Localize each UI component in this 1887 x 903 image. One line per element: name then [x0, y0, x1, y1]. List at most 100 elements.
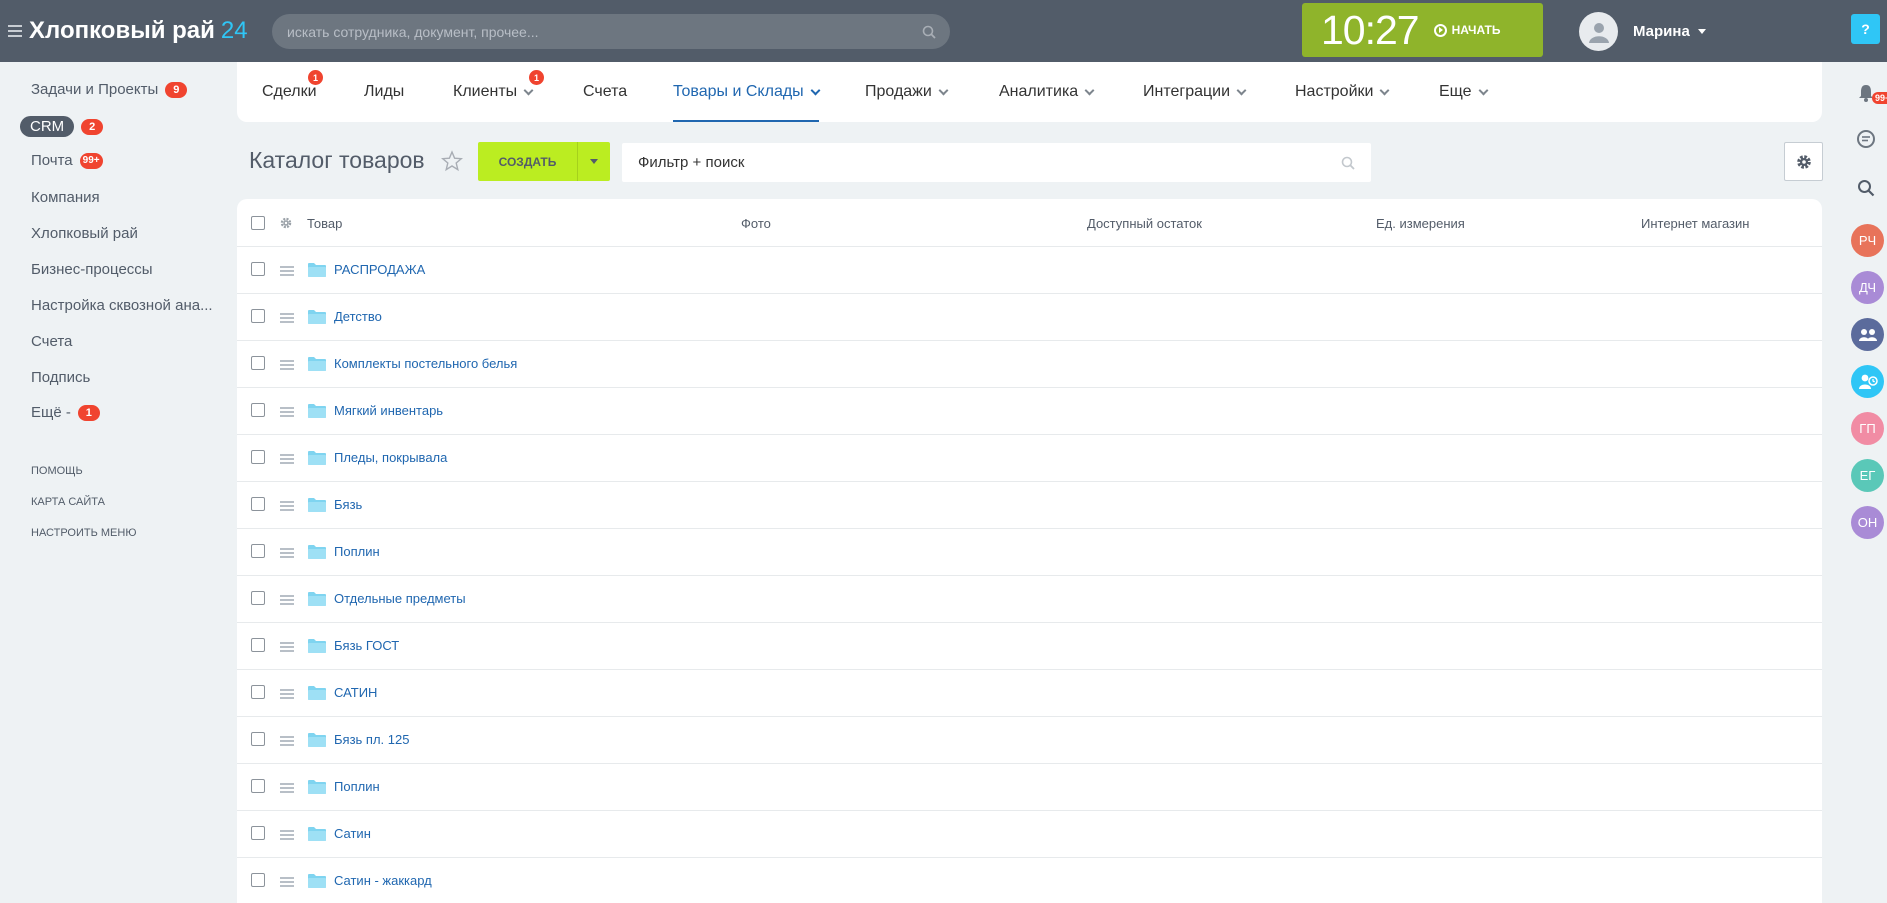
search-button[interactable] [1852, 174, 1880, 202]
open-lines-icon[interactable] [1851, 365, 1884, 398]
table-row[interactable]: Сатин - жаккард [237, 858, 1822, 903]
tab-deals[interactable]: Сделки 1 [262, 62, 323, 122]
product-section-link[interactable]: САТИН [334, 685, 377, 700]
portal-logo[interactable]: Хлопковый рай 24 [29, 17, 248, 45]
table-row[interactable]: Бязь пл. 125 [237, 717, 1822, 764]
row-checkbox[interactable] [251, 450, 265, 464]
drag-handle-icon[interactable] [280, 689, 294, 699]
drag-handle-icon[interactable] [280, 407, 294, 417]
tab-products-warehouses[interactable]: Товары и Склады [673, 62, 821, 122]
row-checkbox[interactable] [251, 309, 265, 323]
column-header-available-stock[interactable]: Доступный остаток [1087, 199, 1202, 247]
tab-integrations[interactable]: Интеграции [1143, 62, 1247, 122]
row-checkbox[interactable] [251, 732, 265, 746]
drag-handle-icon[interactable] [280, 266, 294, 276]
drag-handle-icon[interactable] [280, 360, 294, 370]
row-checkbox[interactable] [251, 779, 265, 793]
menu-burger-icon[interactable] [8, 25, 22, 37]
product-section-link[interactable]: Поплин [334, 779, 380, 794]
row-checkbox[interactable] [251, 403, 265, 417]
product-section-link[interactable]: Поплин [334, 544, 380, 559]
drag-handle-icon[interactable] [280, 830, 294, 840]
table-row[interactable]: Сатин [237, 811, 1822, 858]
row-checkbox[interactable] [251, 873, 265, 887]
table-row[interactable]: Бязь [237, 482, 1822, 529]
product-section-link[interactable]: Сатин - жаккард [334, 873, 432, 888]
table-row[interactable]: САТИН [237, 670, 1822, 717]
filter-search-input[interactable]: Фильтр + поиск [622, 143, 1371, 182]
table-row[interactable]: Комплекты постельного белья [237, 341, 1822, 388]
notifications-button[interactable]: 99+ [1852, 79, 1887, 107]
select-all-checkbox[interactable] [251, 216, 265, 230]
chat-button[interactable] [1852, 125, 1880, 153]
help-link[interactable]: ПОМОЩЬ [31, 465, 83, 477]
global-search-input[interactable]: искать сотрудника, документ, прочее... [272, 14, 950, 49]
tab-sales[interactable]: Продажи [865, 62, 949, 122]
product-section-link[interactable]: Детство [334, 309, 382, 324]
table-row[interactable]: РАСПРОДАЖА [237, 247, 1822, 294]
create-button[interactable]: СОЗДАТЬ [478, 142, 610, 181]
workday-clock-button[interactable]: 10:27 НАЧАТЬ [1302, 3, 1543, 57]
contact-avatar-gp[interactable]: ГП [1851, 412, 1884, 445]
sitemap-link[interactable]: КАРТА САЙТА [31, 496, 105, 508]
menu-item-analytics-setup[interactable]: Настройка сквозной ана... [31, 297, 213, 314]
column-header-product[interactable]: Товар [307, 199, 342, 247]
settings-button[interactable] [1784, 142, 1823, 181]
product-section-link[interactable]: Отдельные предметы [334, 591, 466, 606]
drag-handle-icon[interactable] [280, 313, 294, 323]
menu-item-more[interactable]: Ещё - 1 [31, 404, 100, 421]
contact-avatar-rch[interactable]: РЧ [1851, 224, 1884, 257]
row-checkbox[interactable] [251, 497, 265, 511]
row-checkbox[interactable] [251, 591, 265, 605]
tab-invoices[interactable]: Счета [583, 62, 627, 122]
tab-analytics[interactable]: Аналитика [999, 62, 1095, 122]
drag-handle-icon[interactable] [280, 783, 294, 793]
user-menu[interactable]: Марина [1579, 12, 1706, 51]
product-section-link[interactable]: Мягкий инвентарь [334, 403, 443, 418]
drag-handle-icon[interactable] [280, 454, 294, 464]
menu-item-crm[interactable]: CRM 2 [20, 116, 104, 137]
menu-item-khlopkovy-rai[interactable]: Хлопковый рай [31, 225, 138, 242]
tab-leads[interactable]: Лиды [364, 62, 404, 122]
drag-handle-icon[interactable] [280, 877, 294, 887]
table-row[interactable]: Пледы, покрывала [237, 435, 1822, 482]
drag-handle-icon[interactable] [280, 501, 294, 511]
table-row[interactable]: Поплин [237, 529, 1822, 576]
table-row[interactable]: Отдельные предметы [237, 576, 1822, 623]
product-section-link[interactable]: Комплекты постельного белья [334, 356, 517, 371]
drag-handle-icon[interactable] [280, 642, 294, 652]
row-checkbox[interactable] [251, 262, 265, 276]
menu-item-bizproc[interactable]: Бизнес-процессы [31, 261, 153, 278]
contact-avatar-on[interactable]: ОН [1851, 506, 1884, 539]
product-section-link[interactable]: Бязь ГОСТ [334, 638, 399, 653]
product-section-link[interactable]: Бязь пл. 125 [334, 732, 409, 747]
contact-avatar-eg[interactable]: ЕГ [1851, 459, 1884, 492]
product-section-link[interactable]: Пледы, покрывала [334, 450, 447, 465]
search-icon[interactable] [922, 25, 936, 39]
menu-item-invoices[interactable]: Счета [31, 333, 72, 350]
table-row[interactable]: Мягкий инвентарь [237, 388, 1822, 435]
contact-avatar-dch[interactable]: ДЧ [1851, 271, 1884, 304]
menu-item-mail[interactable]: Почта 99+ [31, 152, 103, 169]
table-row[interactable]: Поплин [237, 764, 1822, 811]
row-checkbox[interactable] [251, 356, 265, 370]
tab-more[interactable]: Еще [1439, 62, 1489, 122]
column-header-web-shop[interactable]: Интернет магазин [1641, 199, 1749, 247]
tab-settings[interactable]: Настройки [1295, 62, 1390, 122]
product-section-link[interactable]: РАСПРОДАЖА [334, 262, 425, 277]
row-checkbox[interactable] [251, 544, 265, 558]
row-checkbox[interactable] [251, 685, 265, 699]
drag-handle-icon[interactable] [280, 548, 294, 558]
star-icon[interactable] [441, 150, 463, 172]
drag-handle-icon[interactable] [280, 736, 294, 746]
column-settings-gear-icon[interactable] [279, 216, 293, 230]
menu-item-tasks[interactable]: Задачи и Проекты 9 [31, 81, 188, 98]
configure-menu-link[interactable]: НАСТРОИТЬ МЕНЮ [31, 527, 136, 539]
row-checkbox[interactable] [251, 826, 265, 840]
drag-handle-icon[interactable] [280, 595, 294, 605]
menu-item-company[interactable]: Компания [31, 189, 100, 206]
product-section-link[interactable]: Сатин [334, 826, 371, 841]
create-dropdown-button[interactable] [577, 142, 610, 181]
search-icon[interactable] [1341, 156, 1355, 170]
table-row[interactable]: Детство [237, 294, 1822, 341]
